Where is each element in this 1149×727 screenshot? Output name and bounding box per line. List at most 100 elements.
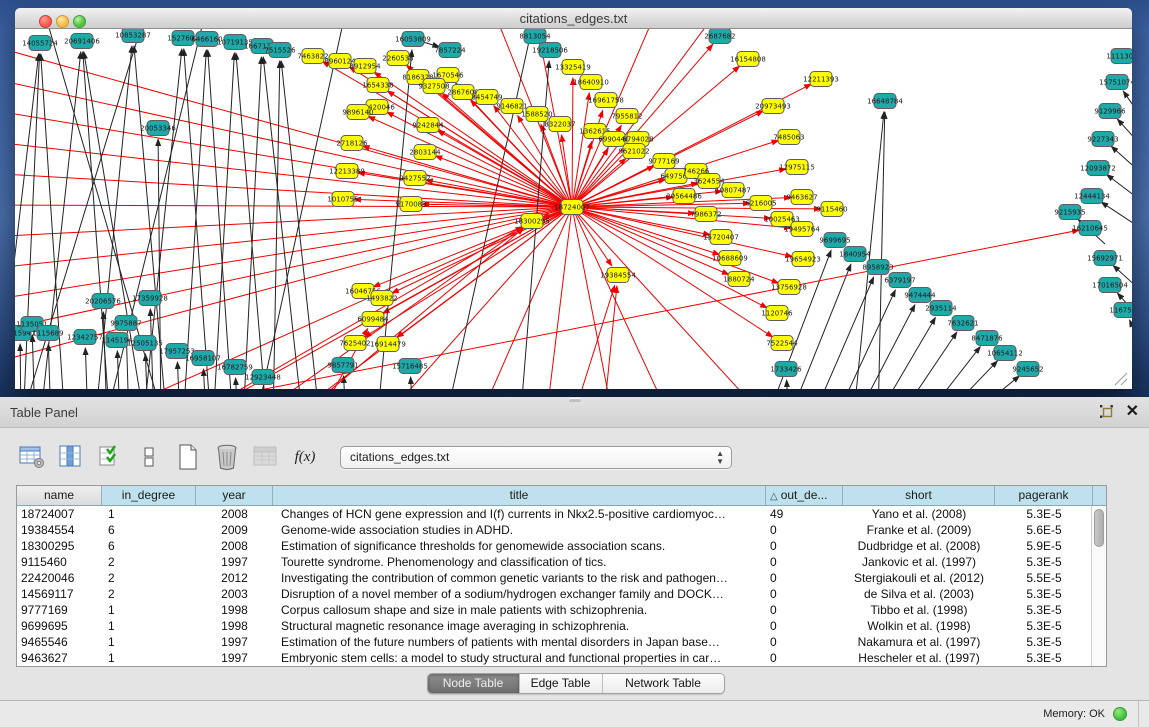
graph-node[interactable]: 16782759 <box>217 360 253 375</box>
table-row[interactable]: 1830029562008Estimation of significance … <box>17 538 1106 554</box>
graph-node[interactable]: 1588520 <box>521 107 552 122</box>
table-cell[interactable]: 5.3E-5 <box>995 602 1093 618</box>
graph-node[interactable]: 6379197 <box>884 273 915 288</box>
table-cell[interactable]: Dudbridge et al. (2008) <box>843 538 995 554</box>
graph-node[interactable]: 10853287 <box>115 29 151 43</box>
row-height-button[interactable] <box>135 443 163 471</box>
graph-node[interactable]: 18640910 <box>573 75 609 90</box>
tab-network-table[interactable]: Network Table <box>603 674 724 693</box>
table-cell[interactable]: Changes of HCN gene expression and I(f) … <box>273 506 766 522</box>
table-cell[interactable]: Estimation of significance thresholds fo… <box>273 538 766 554</box>
graph-node[interactable]: 1493822 <box>366 291 397 306</box>
column-header-year[interactable]: year <box>196 486 273 505</box>
table-cell[interactable]: 49 <box>766 506 843 522</box>
table-row[interactable]: 977716911998Corpus callosum shape and si… <box>17 602 1106 618</box>
table-scrollbar[interactable] <box>1091 506 1106 666</box>
table-cell[interactable]: 2 <box>102 554 196 570</box>
graph-node[interactable]: 16648784 <box>867 94 903 109</box>
table-cell[interactable]: Yano et al. (2008) <box>843 506 995 522</box>
graph-node[interactable]: 2260538 <box>382 51 413 66</box>
graph-node[interactable]: 7515526 <box>264 43 296 58</box>
graph-node[interactable]: 1010755 <box>327 192 358 207</box>
graph-node[interactable]: 7632621 <box>947 316 978 331</box>
table-cell[interactable]: Stergiakouli et al. (2012) <box>843 570 995 586</box>
table-cell[interactable]: 2 <box>102 570 196 586</box>
table-selector-dropdown[interactable]: citations_edges.txt ▲▼ <box>340 446 732 469</box>
table-cell[interactable]: 1997 <box>196 554 273 570</box>
table-cell[interactable]: 19384554 <box>17 522 102 538</box>
table-cell[interactable]: 6 <box>102 538 196 554</box>
graph-node[interactable]: 20206576 <box>85 294 121 309</box>
table-cell[interactable]: 9699695 <box>17 618 102 634</box>
table-cell[interactable]: 5.9E-5 <box>995 538 1093 554</box>
table-cell[interactable]: 0 <box>766 586 843 602</box>
table-cell[interactable]: 0 <box>766 554 843 570</box>
graph-node[interactable]: 10688609 <box>712 251 748 266</box>
table-cell[interactable]: 2009 <box>196 522 273 538</box>
graph-node[interactable]: 9327508 <box>418 79 449 94</box>
graph-node[interactable]: 12211393 <box>803 72 839 87</box>
table-row[interactable]: 969969511998Structural magnetic resonanc… <box>17 618 1106 634</box>
table-cell[interactable]: 1 <box>102 506 196 522</box>
table-cell[interactable]: 1998 <box>196 602 273 618</box>
table-cell[interactable]: 1997 <box>196 650 273 666</box>
network-canvas[interactable]: 1872400722605388186328167054693275082867… <box>15 29 1132 389</box>
window-titlebar[interactable]: citations_edges.txt <box>15 8 1132 29</box>
graph-node[interactable]: 14055724 <box>22 36 58 51</box>
table-row[interactable]: 1872400712008Changes of HCN gene express… <box>17 506 1106 522</box>
graph-node[interactable]: 8958923 <box>862 260 893 275</box>
table-row[interactable]: 1456911722003Disruption of a novel membe… <box>17 586 1106 602</box>
table-cell[interactable]: 1 <box>102 618 196 634</box>
new-column-button[interactable] <box>174 443 202 471</box>
graph-node[interactable]: 12444134 <box>1074 189 1110 204</box>
table-cell[interactable]: Wolkin et al. (1998) <box>843 618 995 634</box>
graph-node[interactable]: 9975887 <box>110 316 141 331</box>
graph-node[interactable]: 9245652 <box>1012 362 1043 377</box>
graph-node[interactable]: 9227343 <box>1087 132 1118 147</box>
graph-node[interactable]: 1733426 <box>770 362 802 377</box>
scrollbar-thumb[interactable] <box>1094 509 1104 547</box>
graph-node[interactable]: 8322037 <box>544 117 575 132</box>
graph-node[interactable]: 9857791 <box>327 358 358 373</box>
graph-node[interactable]: 12975115 <box>779 160 815 175</box>
graph-node[interactable]: 1840954 <box>839 247 871 262</box>
graph-node[interactable]: 19218506 <box>532 43 568 58</box>
graph-node[interactable]: 15716485 <box>392 359 428 374</box>
graph-node[interactable]: 16210645 <box>1072 221 1108 236</box>
graph-node[interactable]: 8813054 <box>519 29 551 44</box>
graph-node[interactable]: 6216005 <box>745 196 776 211</box>
table-cell[interactable]: Genome-wide association studies in ADHD. <box>273 522 766 538</box>
float-panel-button[interactable] <box>1099 404 1114 419</box>
graph-node[interactable]: 7625402 <box>339 336 370 351</box>
table-row[interactable]: 946362711997Embryonic stem cells: a mode… <box>17 650 1106 666</box>
graph-node[interactable]: 2935114 <box>925 301 957 316</box>
graph-node[interactable]: 9474444 <box>904 288 936 303</box>
graph-node[interactable]: 2687682 <box>704 29 735 44</box>
graph-node[interactable]: 15751074 <box>1099 75 1132 90</box>
table-cell[interactable]: 14569117 <box>17 586 102 602</box>
table-cell[interactable]: 1997 <box>196 634 273 650</box>
table-cell[interactable]: 5.5E-5 <box>995 570 1093 586</box>
table-cell[interactable]: 5.3E-5 <box>995 650 1093 666</box>
table-cell[interactable]: 9465546 <box>17 634 102 650</box>
table-cell[interactable]: 9777169 <box>17 602 102 618</box>
table-cell[interactable]: 2008 <box>196 538 273 554</box>
table-cell[interactable]: Corpus callosum shape and size in male p… <box>273 602 766 618</box>
table-cell[interactable]: 2012 <box>196 570 273 586</box>
graph-node[interactable]: 1167533 <box>1109 303 1132 318</box>
graph-node[interactable]: 16914479 <box>370 337 406 352</box>
function-builder-button[interactable]: f(x) <box>291 443 319 471</box>
graph-node[interactable]: 1111304 <box>1106 49 1132 64</box>
graph-node[interactable]: 10654112 <box>987 346 1023 361</box>
graph-node[interactable]: 9170083 <box>395 197 426 212</box>
table-cell[interactable]: 5.3E-5 <box>995 506 1093 522</box>
memory-status-icon[interactable] <box>1113 707 1127 721</box>
table-cell[interactable]: Embryonic stem cells: a model to study s… <box>273 650 766 666</box>
table-cell[interactable]: 5.3E-5 <box>995 586 1093 602</box>
table-cell[interactable]: 9463627 <box>17 650 102 666</box>
table-cell[interactable]: Investigating the contribution of common… <box>273 570 766 586</box>
graph-node[interactable]: 9129966 <box>1094 104 1126 119</box>
graph-node[interactable]: 13756928 <box>771 280 807 295</box>
graph-node[interactable]: 9621022 <box>618 144 649 159</box>
graph-node[interactable]: 12213389 <box>329 164 365 179</box>
